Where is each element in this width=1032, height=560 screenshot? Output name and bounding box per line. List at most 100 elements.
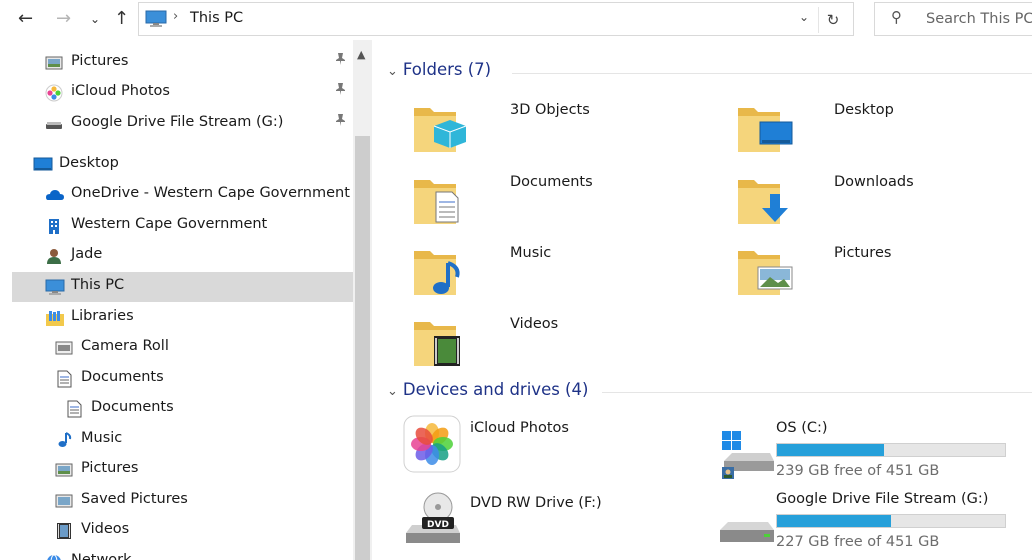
music-icon [55, 431, 73, 449]
device-label: OS (C:) [776, 420, 828, 436]
devices-group-header[interactable]: ⌄ Devices and drives (4) [387, 380, 588, 406]
user-icon [45, 247, 63, 265]
sidebar-item-label: OneDrive - Western Cape Government [71, 185, 350, 201]
documents-folder-icon [412, 168, 472, 230]
folders-group-header[interactable]: ⌄ Folders (7) [387, 60, 491, 86]
pictures-icon [45, 54, 63, 72]
folder-tile-documents[interactable]: Documents [412, 168, 722, 234]
sidebar-item-western-cape-government[interactable]: Western Cape Government [12, 211, 353, 241]
sidebar-item-jade[interactable]: Jade [12, 241, 353, 271]
sidebar-item-icloud-photos[interactable]: iCloud Photos [12, 78, 353, 108]
camera-roll-icon [55, 339, 73, 357]
svg-text:DVD: DVD [427, 520, 449, 530]
sidebar-item-label: Network [71, 552, 132, 560]
sidebar-item-videos[interactable]: Videos [12, 516, 353, 546]
drive-usage-bar [776, 443, 1006, 457]
content-pane: ⌄ Folders (7) 3D Objects Desktop Documents D… [372, 40, 1032, 560]
address-dropdown-icon[interactable]: ⌄ [799, 10, 809, 24]
videos-folder-icon [412, 310, 472, 372]
folder-tile-pictures[interactable]: Pictures [736, 239, 1032, 305]
up-arrow-icon[interactable]: ↑ [114, 7, 129, 31]
this-pc-icon [145, 10, 167, 27]
sidebar-item-pictures[interactable]: Pictures [12, 48, 353, 78]
sidebar-item-network[interactable]: Network [12, 547, 353, 560]
refresh-icon[interactable]: ↻ [818, 7, 847, 33]
sidebar-item-label: Western Cape Government [71, 216, 268, 232]
downloads-folder-icon [736, 168, 796, 230]
sidebar-item-this-pc[interactable]: This PC [12, 272, 353, 302]
search-placeholder[interactable]: Search This PC [926, 11, 1032, 27]
folder-tile-desktop[interactable]: Desktop [736, 96, 1032, 162]
device-tile-icloud-photos[interactable]: iCloud Photos [402, 414, 712, 480]
device-label: Google Drive File Stream (G:) [776, 491, 989, 507]
sidebar-item-saved-pictures[interactable]: Saved Pictures [12, 486, 353, 516]
sidebar-item-label: Google Drive File Stream (G:) [71, 114, 284, 130]
folder-label: Downloads [834, 174, 914, 190]
sidebar-item-desktop[interactable]: Desktop [12, 150, 353, 180]
sidebar-item-label: This PC [71, 277, 125, 293]
folder-label: Documents [510, 174, 593, 190]
3d-objects-folder-icon [412, 96, 472, 158]
onedrive-icon [45, 186, 64, 204]
nav-scrollbar[interactable]: ▲ [353, 40, 372, 560]
group-divider [602, 392, 1032, 393]
device-tile-dvd-rw-drive-f[interactable]: DVD DVD RW Drive (F:) [402, 487, 712, 553]
pin-icon [334, 113, 346, 131]
devices-header-label: Devices and drives (4) [402, 380, 589, 399]
network-icon [45, 553, 63, 560]
sidebar-item-google-drive-file-stream-g[interactable]: Google Drive File Stream (G:) [12, 109, 353, 139]
folder-tile-3d-objects[interactable]: 3D Objects [412, 96, 722, 162]
sidebar-item-label: Desktop [59, 155, 119, 171]
drive-icon [45, 115, 63, 133]
sidebar-item-onedrive-western-cape-government[interactable]: OneDrive - Western Cape Government [12, 180, 353, 210]
pictures-folder-icon [736, 239, 796, 301]
forward-arrow-icon[interactable]: → [56, 7, 71, 31]
sidebar-item-label: Pictures [81, 460, 139, 476]
sidebar-item-label: Libraries [71, 308, 134, 324]
sidebar-item-label: Saved Pictures [81, 491, 188, 507]
navigation-pane: Pictures iCloud Photos Google Drive File S… [0, 40, 372, 560]
sidebar-item-label: Camera Roll [81, 338, 169, 354]
device-label: DVD RW Drive (F:) [470, 495, 602, 511]
desktop-folder-icon [736, 96, 796, 158]
folder-tile-downloads[interactable]: Downloads [736, 168, 1032, 234]
address-bar[interactable]: › This PC ⌄ ↻ [138, 2, 854, 36]
sidebar-item-music[interactable]: Music [12, 425, 353, 455]
drive-free-space: 239 GB free of 451 GB [776, 463, 940, 479]
sidebar-item-label: Documents [81, 369, 164, 385]
collapse-chevron-icon[interactable]: ⌄ [387, 64, 398, 79]
libraries-icon [45, 309, 64, 327]
breadcrumb-chevron-icon[interactable]: › [173, 9, 178, 24]
search-box[interactable]: ⚲ Search This PC [874, 2, 1032, 36]
sidebar-item-label: iCloud Photos [71, 83, 170, 99]
address-toolbar: ← → ⌄ ↑ › This PC ⌄ ↻ ⚲ Search This PC [0, 0, 1032, 40]
videos-icon [55, 522, 73, 540]
sidebar-item-pictures[interactable]: Pictures [12, 455, 353, 485]
folder-label: Videos [510, 316, 559, 332]
breadcrumb-path[interactable]: This PC [190, 10, 243, 26]
sidebar-item-libraries[interactable]: Libraries [12, 303, 353, 333]
pin-icon [334, 82, 346, 100]
folder-label: 3D Objects [510, 102, 590, 118]
sidebar-item-camera-roll[interactable]: Camera Roll [12, 333, 353, 363]
group-divider [512, 73, 1032, 74]
recent-locations-chevron-icon[interactable]: ⌄ [90, 7, 100, 31]
desktop-icon [33, 156, 53, 174]
sidebar-item-label: Pictures [71, 53, 129, 69]
drive-usage-fill [777, 515, 891, 527]
pictures-icon [55, 461, 73, 479]
scroll-up-icon[interactable]: ▲ [357, 48, 365, 61]
drive-free-space: 227 GB free of 451 GB [776, 534, 940, 550]
folder-tile-music[interactable]: Music [412, 239, 722, 305]
dvd-drive-icon: DVD [402, 487, 462, 549]
device-tile-os-c[interactable]: OS (C:) 239 GB free of 451 GB [722, 420, 1032, 489]
sidebar-item-documents[interactable]: Documents [12, 364, 353, 394]
nav-scroll-thumb[interactable] [355, 136, 370, 560]
back-arrow-icon[interactable]: ← [18, 7, 33, 31]
folder-tile-videos[interactable]: Videos [412, 310, 722, 376]
documents-icon [55, 370, 73, 388]
collapse-chevron-icon[interactable]: ⌄ [387, 384, 398, 399]
sidebar-item-documents[interactable]: Documents [12, 394, 353, 424]
device-tile-google-drive-file-stream-g[interactable]: Google Drive File Stream (G:) 227 GB free… [720, 491, 1032, 560]
drive-usage-fill [777, 444, 885, 456]
